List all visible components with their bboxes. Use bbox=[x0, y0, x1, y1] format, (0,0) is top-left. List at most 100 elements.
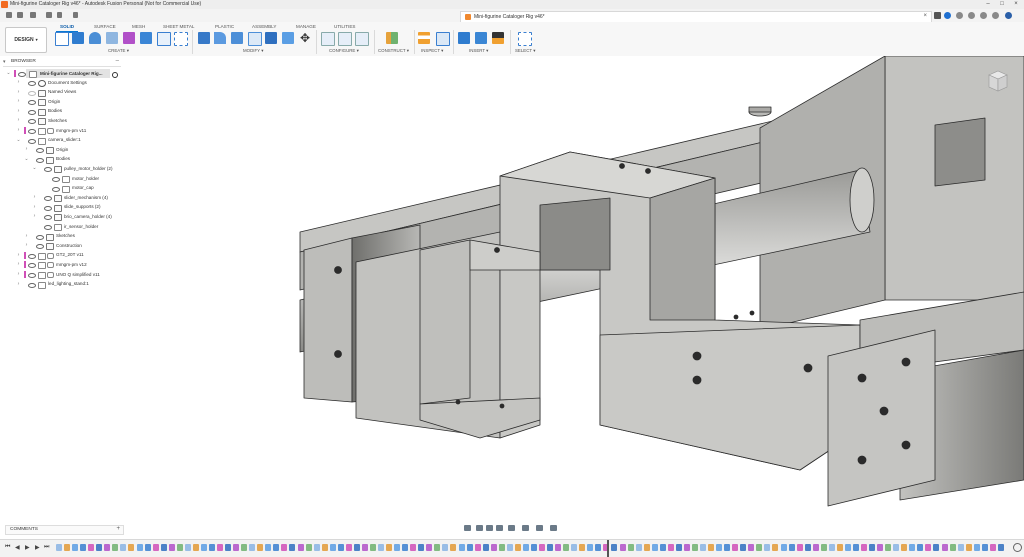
timeline-feature-icon[interactable] bbox=[273, 544, 280, 551]
tab-solid[interactable]: SOLID bbox=[60, 24, 74, 29]
tab-plastic[interactable]: PLASTIC bbox=[215, 24, 234, 29]
visibility-eye-icon[interactable] bbox=[28, 253, 36, 259]
tab-manage[interactable]: MANAGE bbox=[296, 24, 316, 29]
visibility-eye-icon[interactable] bbox=[28, 81, 36, 86]
extensions-icon[interactable] bbox=[944, 12, 951, 19]
chevron-right-icon[interactable]: › bbox=[16, 89, 21, 95]
timeline-feature-icon[interactable] bbox=[643, 544, 650, 551]
step-back-button[interactable]: ◀ bbox=[15, 544, 20, 551]
browser-item[interactable]: › slider_mechanism (4) bbox=[0, 193, 125, 203]
timeline-feature-icon[interactable] bbox=[466, 544, 473, 551]
pattern-icon[interactable] bbox=[157, 32, 171, 46]
browser-item[interactable]: › slide_supports (2) bbox=[0, 203, 125, 212]
timeline-feature-icon[interactable] bbox=[160, 544, 167, 551]
timeline-feature-icon[interactable] bbox=[901, 544, 908, 551]
chevron-right-icon[interactable]: › bbox=[32, 194, 37, 200]
timeline-feature-icon[interactable] bbox=[72, 544, 79, 551]
timeline-feature-icon[interactable] bbox=[321, 544, 328, 551]
timeline-feature-icon[interactable] bbox=[965, 544, 972, 551]
timeline-feature-icon[interactable] bbox=[514, 544, 521, 551]
box-icon[interactable] bbox=[174, 32, 188, 46]
visibility-eye-icon[interactable] bbox=[52, 177, 60, 182]
timeline-feature-icon[interactable] bbox=[683, 544, 690, 551]
timeline-feature-icon[interactable] bbox=[506, 544, 513, 551]
timeline-feature-icon[interactable] bbox=[748, 544, 755, 551]
fusion-app-icon[interactable] bbox=[1, 1, 8, 8]
timeline-feature-icon[interactable] bbox=[337, 544, 344, 551]
add-comment-button[interactable]: + bbox=[116, 526, 120, 532]
timeline-feature-icon[interactable] bbox=[249, 544, 256, 551]
browser-item[interactable]: motor_cap bbox=[0, 184, 125, 193]
browser-item[interactable]: › Construction bbox=[0, 241, 125, 251]
browser-item[interactable]: › mmgm-pm v11 bbox=[0, 126, 125, 135]
create-menu[interactable]: CREATE ▾ bbox=[108, 48, 129, 54]
visibility-eye-icon[interactable] bbox=[44, 205, 52, 211]
form-icon[interactable] bbox=[123, 32, 135, 44]
timeline-feature-icon[interactable] bbox=[877, 544, 884, 551]
tab-sheet-metal[interactable]: SHEET METAL bbox=[163, 24, 194, 29]
canvas-viewport[interactable] bbox=[0, 56, 1024, 522]
timeline-feature-icon[interactable] bbox=[56, 544, 62, 551]
timeline-feature-icon[interactable] bbox=[796, 544, 803, 551]
timeline-feature-icon[interactable] bbox=[402, 544, 409, 551]
insert-canvas-icon[interactable] bbox=[475, 32, 487, 44]
chevron-right-icon[interactable]: › bbox=[24, 242, 29, 248]
save-icon[interactable] bbox=[46, 12, 52, 18]
tree-root[interactable]: ⌄ Mini-figurine Cataloger Rig... bbox=[0, 69, 125, 78]
hole-icon[interactable] bbox=[106, 32, 118, 44]
step-forward-button[interactable]: ▶ bbox=[35, 544, 40, 551]
timeline-feature-icon[interactable] bbox=[973, 544, 980, 551]
tab-utilities[interactable]: UTILITIES bbox=[334, 24, 355, 29]
browser-item[interactable]: › led_lighting_stand:1 bbox=[0, 280, 125, 289]
timeline-feature-icon[interactable] bbox=[772, 544, 779, 551]
chevron-down-icon[interactable]: ⌄ bbox=[32, 165, 37, 171]
mirror-icon[interactable] bbox=[140, 32, 152, 44]
timeline-feature-icon[interactable] bbox=[724, 544, 731, 551]
visibility-eye-icon[interactable] bbox=[36, 157, 44, 163]
timeline-feature-icon[interactable] bbox=[780, 544, 787, 551]
timeline-feature-icon[interactable] bbox=[64, 544, 71, 551]
timeline-feature-icon[interactable] bbox=[659, 544, 666, 551]
configure-rule-icon[interactable] bbox=[338, 32, 352, 46]
timeline-feature-icon[interactable] bbox=[378, 544, 384, 551]
timeline-feature-icon[interactable] bbox=[313, 544, 320, 551]
chevron-right-icon[interactable]: › bbox=[24, 233, 29, 239]
timeline-feature-icon[interactable] bbox=[281, 544, 288, 551]
timeline-feature-icon[interactable] bbox=[305, 544, 312, 551]
timeline-feature-icon[interactable] bbox=[885, 544, 892, 551]
new-tab-icon[interactable] bbox=[934, 12, 941, 19]
timeline-feature-icon[interactable] bbox=[788, 544, 795, 551]
browser-item[interactable]: › Sketches bbox=[0, 116, 125, 126]
timeline-feature-icon[interactable] bbox=[667, 544, 674, 551]
chevron-down-icon[interactable]: ⌄ bbox=[6, 70, 11, 76]
select-icon[interactable] bbox=[518, 32, 532, 46]
timeline-feature-icon[interactable] bbox=[708, 544, 715, 551]
timeline-feature-icon[interactable] bbox=[941, 544, 948, 551]
timeline-feature-icon[interactable] bbox=[289, 544, 296, 551]
timeline-feature-icon[interactable] bbox=[369, 544, 376, 551]
timeline-feature-icon[interactable] bbox=[997, 544, 1004, 551]
timeline-feature-icon[interactable] bbox=[635, 544, 642, 551]
visibility-eye-icon[interactable] bbox=[28, 282, 36, 288]
timeline-feature-icon[interactable] bbox=[869, 544, 876, 551]
chevron-down-icon[interactable]: ⌄ bbox=[16, 137, 21, 143]
visibility-eye-icon[interactable] bbox=[28, 138, 36, 144]
go-to-end-button[interactable]: ⏭ bbox=[44, 544, 49, 551]
timeline-feature-icon[interactable] bbox=[989, 544, 996, 551]
timeline-feature-icon[interactable] bbox=[917, 544, 924, 551]
timeline-feature-icon[interactable] bbox=[112, 544, 119, 551]
timeline-feature-icon[interactable] bbox=[217, 544, 223, 551]
timeline-feature-icon[interactable] bbox=[627, 544, 634, 551]
timeline-feature-icon[interactable] bbox=[933, 544, 940, 551]
play-button[interactable]: ▶ bbox=[25, 544, 30, 551]
configure-theme-icon[interactable] bbox=[355, 32, 369, 46]
timeline-feature-icon[interactable] bbox=[184, 544, 191, 551]
visibility-eye-icon[interactable] bbox=[36, 244, 44, 250]
chevron-right-icon[interactable]: › bbox=[16, 261, 21, 267]
insert-mcmaster-icon[interactable] bbox=[492, 32, 504, 44]
visibility-eye-icon[interactable] bbox=[28, 263, 36, 269]
timeline-feature-icon[interactable] bbox=[233, 544, 240, 551]
timeline-feature-icon[interactable] bbox=[200, 544, 207, 551]
timeline-marker[interactable] bbox=[607, 540, 609, 557]
visibility-eye-icon[interactable] bbox=[28, 273, 36, 278]
